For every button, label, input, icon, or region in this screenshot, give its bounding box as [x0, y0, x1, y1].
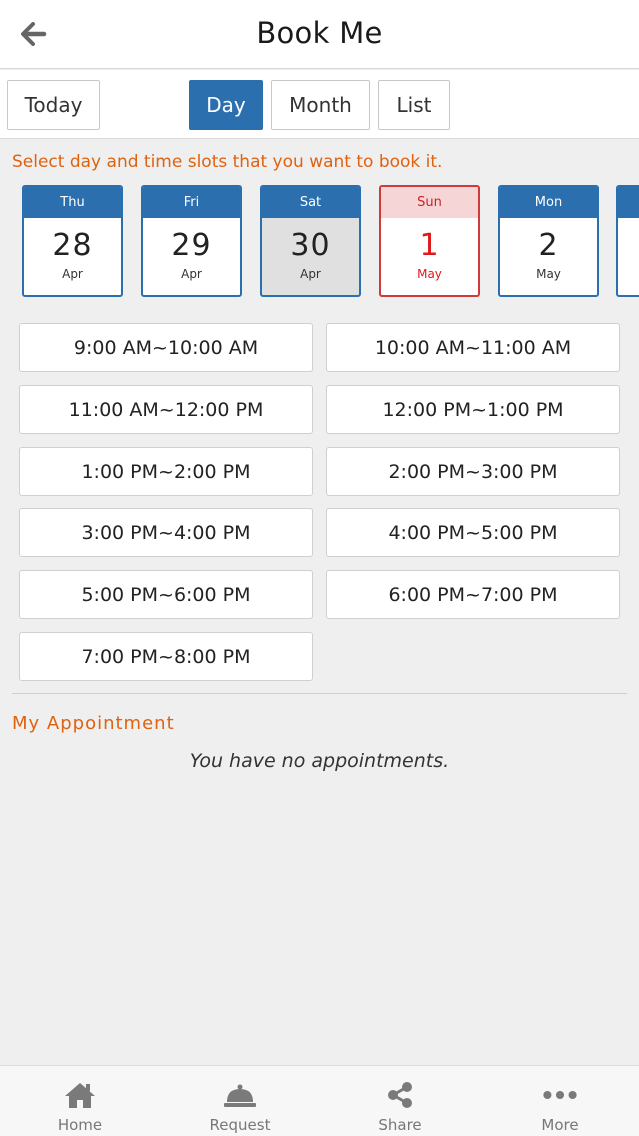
nav-label: More [541, 1116, 579, 1134]
more-icon [542, 1080, 578, 1110]
date-card[interactable]: Fri 29 Apr [141, 185, 242, 297]
header: Book Me [0, 0, 639, 69]
nav-share[interactable]: Share [320, 1066, 480, 1136]
day-number: 2 [538, 228, 559, 263]
month-label: Apr [181, 267, 202, 281]
day-of-week: Mon [500, 187, 597, 218]
day-of-week: Fri [143, 187, 240, 218]
bottom-nav: Home Request Share More [0, 1065, 639, 1136]
day-of-week: Thu [24, 187, 121, 218]
date-card[interactable]: Mon 2 May [498, 185, 599, 297]
time-slot[interactable]: 1:00 PM~2:00 PM [19, 447, 313, 496]
time-slot[interactable]: 3:00 PM~4:00 PM [19, 508, 313, 557]
date-strip[interactable]: Thu 28 Apr Fri 29 Apr Sat 30 Apr Sun 1 M… [0, 184, 639, 300]
time-slot[interactable]: 10:00 AM~11:00 AM [326, 323, 620, 372]
app-root: Book Me Today Day Month List Select day … [0, 0, 639, 1136]
month-label: May [536, 267, 561, 281]
month-label: Apr [300, 267, 321, 281]
tab-month[interactable]: Month [271, 80, 370, 130]
nav-request[interactable]: Request [160, 1066, 320, 1136]
date-card-selected[interactable]: Sat 30 Apr [260, 185, 361, 297]
time-slot[interactable]: 2:00 PM~3:00 PM [326, 447, 620, 496]
day-number: 30 [290, 228, 331, 263]
day-number: 28 [52, 228, 93, 263]
today-button[interactable]: Today [7, 80, 100, 130]
view-switcher: Today Day Month List [0, 70, 639, 139]
day-number: 29 [171, 228, 212, 263]
tab-list[interactable]: List [378, 80, 450, 130]
empty-appointments-message: You have no appointments. [189, 750, 450, 772]
page-title: Book Me [256, 16, 383, 50]
time-slot[interactable]: 5:00 PM~6:00 PM [19, 570, 313, 619]
divider [12, 693, 627, 694]
day-number: 1 [419, 228, 440, 263]
date-card-weekend[interactable]: Sun 1 May [379, 185, 480, 297]
date-card-partial[interactable] [616, 185, 639, 297]
day-of-week: Sat [262, 187, 359, 218]
time-slot[interactable]: 4:00 PM~5:00 PM [326, 508, 620, 557]
nav-label: Request [209, 1116, 271, 1134]
instruction-text: Select day and time slots that you want … [12, 152, 443, 172]
time-slot[interactable]: 12:00 PM~1:00 PM [326, 385, 620, 434]
tab-day[interactable]: Day [189, 80, 263, 130]
month-label: May [417, 267, 442, 281]
nav-label: Share [378, 1116, 422, 1134]
nav-home[interactable]: Home [0, 1066, 160, 1136]
day-of-week-partial [618, 187, 639, 218]
appointments-title: My Appointment [12, 713, 175, 734]
nav-label: Home [57, 1116, 103, 1134]
home-icon [62, 1080, 98, 1110]
day-of-week: Sun [381, 187, 478, 218]
time-slot[interactable]: 6:00 PM~7:00 PM [326, 570, 620, 619]
time-slot[interactable]: 11:00 AM~12:00 PM [19, 385, 313, 434]
share-icon [382, 1080, 418, 1110]
nav-more[interactable]: More [480, 1066, 639, 1136]
month-label: Apr [62, 267, 83, 281]
date-card[interactable]: Thu 28 Apr [22, 185, 123, 297]
time-slot[interactable]: 7:00 PM~8:00 PM [19, 632, 313, 681]
bell-icon [222, 1080, 258, 1110]
time-slot[interactable]: 9:00 AM~10:00 AM [19, 323, 313, 372]
